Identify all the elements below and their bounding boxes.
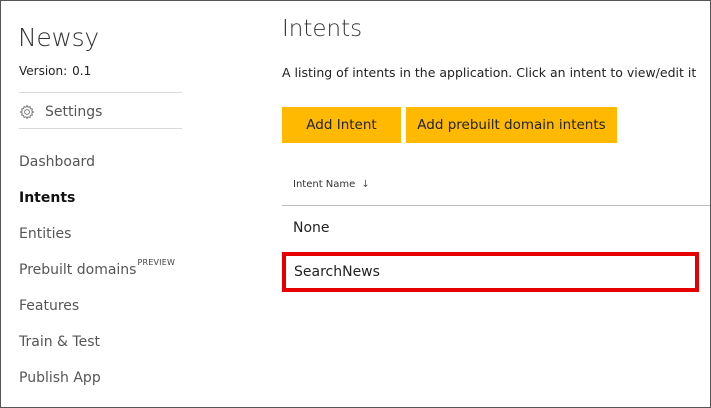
gear-icon: [19, 104, 35, 120]
add-intent-button[interactable]: Add Intent: [282, 107, 401, 143]
table-header-divider: [282, 205, 710, 206]
sidebar-nav: Dashboard Intents Entities Prebuilt doma…: [19, 154, 175, 406]
version-value: 0.1: [72, 64, 92, 78]
add-prebuilt-domain-intents-button[interactable]: Add prebuilt domain intents: [406, 107, 617, 143]
page-title: Intents: [282, 16, 363, 42]
sidebar: Newsy Version: 0.1 Settings Dashboard Int…: [1, 1, 201, 407]
app-window: Newsy Version: 0.1 Settings Dashboard Int…: [0, 0, 711, 408]
app-version: Version: 0.1: [19, 64, 91, 78]
sort-down-icon: ↓: [361, 179, 370, 190]
sidebar-item-label: Dashboard: [19, 154, 95, 170]
page-description: A listing of intents in the application.…: [282, 65, 697, 80]
sidebar-item-label: Publish App: [19, 370, 101, 386]
settings-label: Settings: [45, 104, 103, 120]
sidebar-item-label: Intents: [19, 190, 76, 206]
column-header-label: Intent Name: [293, 179, 356, 190]
sidebar-divider: [19, 92, 182, 93]
sidebar-item-label: Train & Test: [19, 334, 100, 350]
settings-link[interactable]: Settings: [19, 102, 102, 122]
sidebar-item-entities[interactable]: Entities: [19, 226, 175, 262]
sidebar-item-intents[interactable]: Intents: [19, 190, 175, 226]
table-row[interactable]: None: [282, 208, 710, 250]
sidebar-item-train-test[interactable]: Train & Test: [19, 334, 175, 370]
sidebar-item-publish-app[interactable]: Publish App: [19, 370, 175, 406]
sidebar-divider: [19, 128, 182, 129]
sidebar-item-dashboard[interactable]: Dashboard: [19, 154, 175, 190]
sidebar-item-label: Features: [19, 298, 80, 314]
intent-name-cell: SearchNews: [294, 264, 380, 280]
preview-badge: PREVIEW: [137, 258, 176, 267]
version-label: Version:: [19, 64, 68, 78]
column-header-intent-name[interactable]: Intent Name ↓: [293, 179, 370, 190]
sidebar-item-prebuilt-domains[interactable]: Prebuilt domainsPREVIEW: [19, 258, 175, 298]
table-row-highlighted[interactable]: SearchNews: [282, 252, 699, 292]
sidebar-item-features[interactable]: Features: [19, 298, 175, 334]
intent-name-cell: None: [293, 220, 330, 236]
main-content: Intents A listing of intents in the appl…: [282, 1, 710, 407]
app-name: Newsy: [18, 23, 99, 52]
sidebar-item-label: Entities: [19, 226, 72, 242]
sidebar-item-label: Prebuilt domains: [19, 262, 137, 278]
